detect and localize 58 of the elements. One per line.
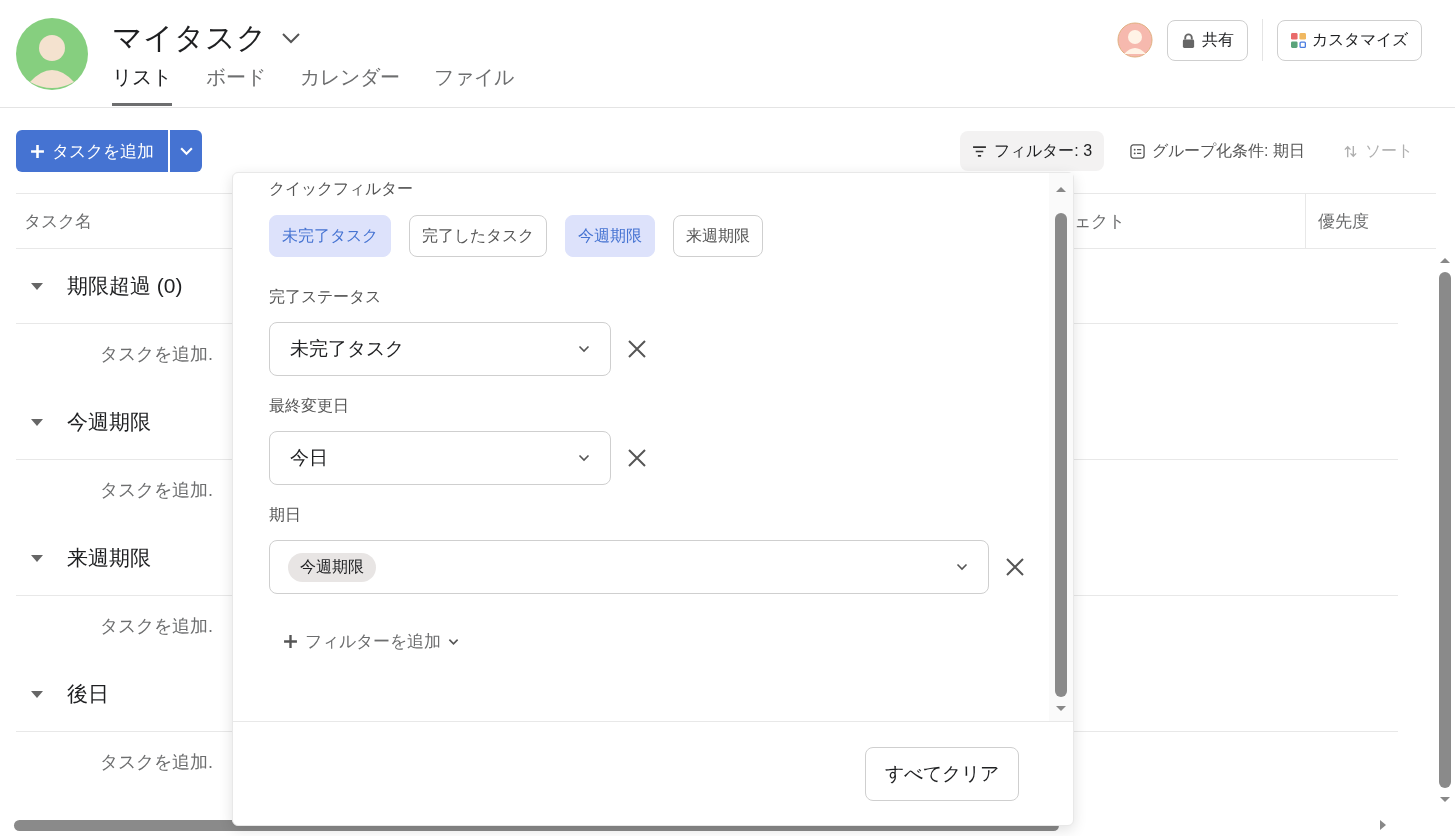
scrollbar-thumb[interactable] (1439, 272, 1451, 788)
dropdown-field[interactable]: 今日 (269, 431, 611, 485)
group-by-button[interactable]: グループ化条件: 期日 (1118, 131, 1317, 171)
grid-icon (1291, 32, 1306, 48)
add-filter-button[interactable]: フィルターを追加 (283, 626, 459, 657)
scroll-down-icon[interactable] (1439, 796, 1451, 804)
chevron-down-icon (956, 563, 968, 571)
clear-all-button[interactable]: すべてクリア (865, 746, 1019, 801)
dropdown-field[interactable]: 今週期限 (269, 540, 989, 594)
customize-button[interactable]: カスタマイズ (1277, 19, 1422, 61)
add-task-link[interactable]: タスクを追加. (100, 750, 213, 774)
quick-filter-chip[interactable]: 完了したタスク (409, 215, 547, 257)
scroll-up-icon[interactable] (1439, 256, 1451, 264)
chevron-down-icon[interactable] (281, 32, 301, 44)
sort-arrows-icon (1343, 143, 1358, 159)
quick-filter-chip[interactable]: 今週期限 (565, 215, 655, 257)
plus-icon (30, 143, 45, 159)
chevron-down-icon (448, 637, 459, 646)
group-title: 今週期限 (67, 409, 151, 435)
list-icon (1130, 143, 1146, 159)
filter-button[interactable]: フィルター: 3 (960, 131, 1105, 171)
close-icon[interactable] (627, 339, 647, 359)
close-icon[interactable] (1005, 557, 1025, 577)
view-tab[interactable]: ファイル (434, 60, 514, 106)
avatar-icon (16, 18, 88, 90)
chevron-down-icon (578, 345, 590, 353)
group-title: 期限超過 (0) (67, 273, 183, 299)
dropdown-field[interactable]: 未完了タスク (269, 322, 611, 376)
value-tag: 今週期限 (288, 552, 376, 582)
quick-filter-chip[interactable]: 未完了タスク (269, 215, 391, 257)
group-title: 来週期限 (67, 545, 151, 571)
scroll-down-icon[interactable] (1055, 705, 1067, 713)
filter-label: 最終変更日 (269, 396, 350, 416)
quick-filter-chip[interactable]: 来週期限 (673, 215, 763, 257)
section-title: クイックフィルター (269, 179, 414, 199)
view-tab[interactable]: リスト (112, 60, 172, 106)
view-tab[interactable]: ボード (206, 60, 266, 106)
project-title: マイタスク (112, 19, 267, 56)
filter-icon (972, 143, 988, 159)
scroll-right-icon[interactable] (1379, 819, 1387, 831)
group-title: 後日 (67, 681, 109, 707)
add-options-button[interactable] (170, 130, 202, 172)
filter-label: 完了ステータス (269, 287, 382, 307)
add-task-link[interactable]: タスクを追加. (100, 342, 213, 366)
lock-icon (1181, 32, 1196, 48)
add-task-link[interactable]: タスクを追加. (100, 478, 213, 502)
add-task-link[interactable]: タスクを追加. (100, 614, 213, 638)
view-tab[interactable]: カレンダー (300, 60, 400, 106)
filter-label: 期日 (269, 505, 302, 525)
close-icon[interactable] (627, 448, 647, 468)
plus-icon (283, 634, 298, 649)
scroll-up-icon[interactable] (1055, 185, 1067, 193)
chevron-down-icon (578, 454, 590, 462)
column-header: タスク名 (23, 210, 93, 233)
panel-scrollbar[interactable] (1049, 173, 1073, 721)
add-task-button[interactable]: タスクを追加 (16, 130, 168, 172)
column-header: 優先度 (1317, 210, 1369, 233)
share-button[interactable]: 共有 (1167, 19, 1248, 61)
